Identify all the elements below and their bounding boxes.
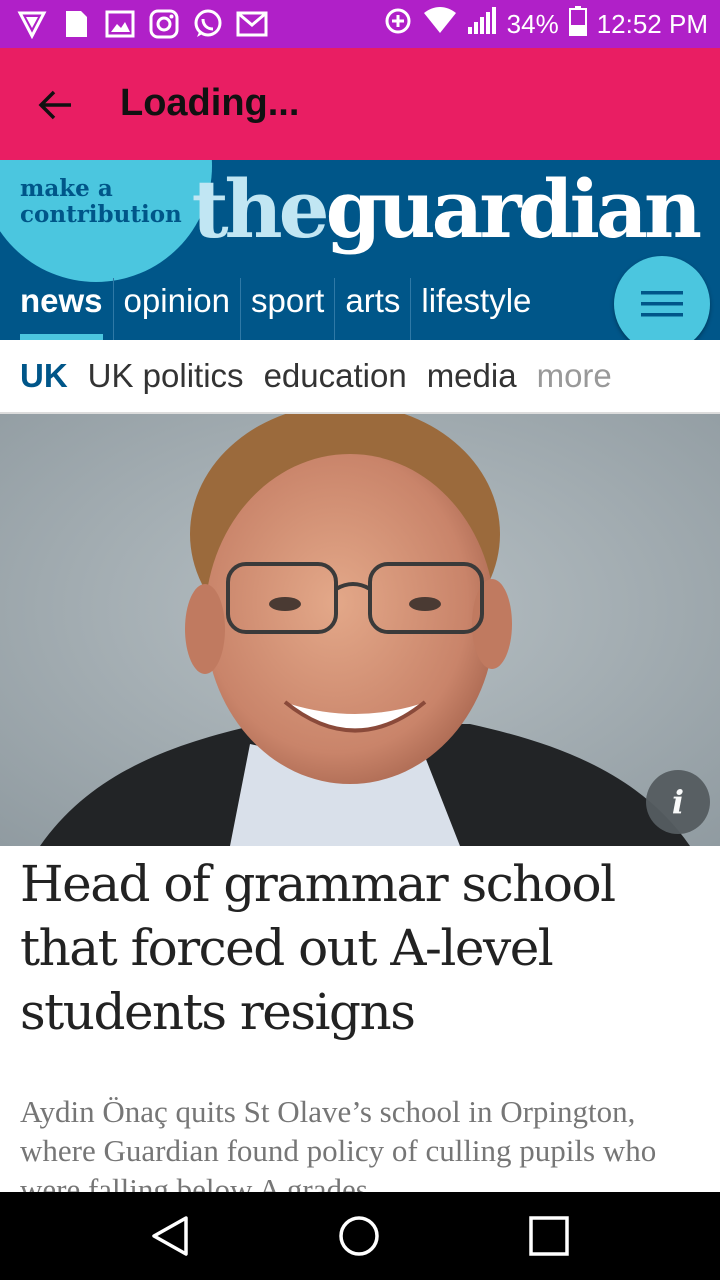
sim-card-icon [60,8,92,40]
recents-square-icon[interactable] [523,1210,575,1262]
guardian-header: make a contribution theguardian news opi… [0,160,720,340]
article-photo [0,414,720,846]
battery-icon [568,5,587,43]
wifi-icon [423,6,457,42]
whatsapp-icon [192,8,224,40]
nav-item-sport[interactable]: sport [239,278,334,340]
make-contribution-label[interactable]: make a contribution [20,176,200,228]
subsection-nav: UK UK politics education media more [0,340,720,414]
article-standfirst: Aydin Önaç quits St Olave’s school in Or… [20,1094,657,1192]
app-bar: Loading... [0,48,720,160]
system-nav-bar [0,1192,720,1280]
guardian-logo[interactable]: theguardian [191,162,702,256]
status-bar: 34% 12:52 PM [0,0,720,48]
subnav-item-media[interactable]: media [427,357,517,395]
system-indicators: 34% 12:52 PM [383,0,708,48]
battery-level: 34% [506,8,559,39]
subnav-item-education[interactable]: education [264,357,407,395]
logo-guardian: guardian [325,162,702,256]
logo-the: the [191,162,330,256]
nav-item-lifestyle[interactable]: lifestyle [410,278,541,340]
subnav-item-more[interactable]: more [537,357,612,395]
page-title: Loading... [120,82,300,124]
menu-button[interactable] [614,256,710,352]
portrait-image [0,414,720,846]
gallery-icon [104,8,136,40]
instagram-icon [148,8,180,40]
signal-icon [467,6,497,42]
home-circle-icon[interactable] [333,1210,385,1262]
back-triangle-icon[interactable] [144,1210,196,1262]
section-nav: news opinion sport arts lifestyle [0,278,541,340]
back-arrow-icon[interactable] [30,80,80,130]
nav-item-opinion[interactable]: opinion [112,278,240,340]
hamburger-icon [641,291,683,317]
notification-icons [16,8,268,40]
nav-item-news[interactable]: news [0,278,113,340]
gmail-icon [236,8,268,40]
clock: 12:52 PM [596,8,708,39]
subnav-item-uk[interactable]: UK [20,357,68,395]
subnav-item-uk-politics[interactable]: UK politics [88,357,244,395]
vpn-shield-icon [16,8,48,40]
photo-info-button[interactable]: i [646,770,710,834]
nav-item-arts[interactable]: arts [334,278,410,340]
data-saver-icon [383,6,413,43]
article-headline: Head of grammar school that forced out A… [20,855,616,1041]
